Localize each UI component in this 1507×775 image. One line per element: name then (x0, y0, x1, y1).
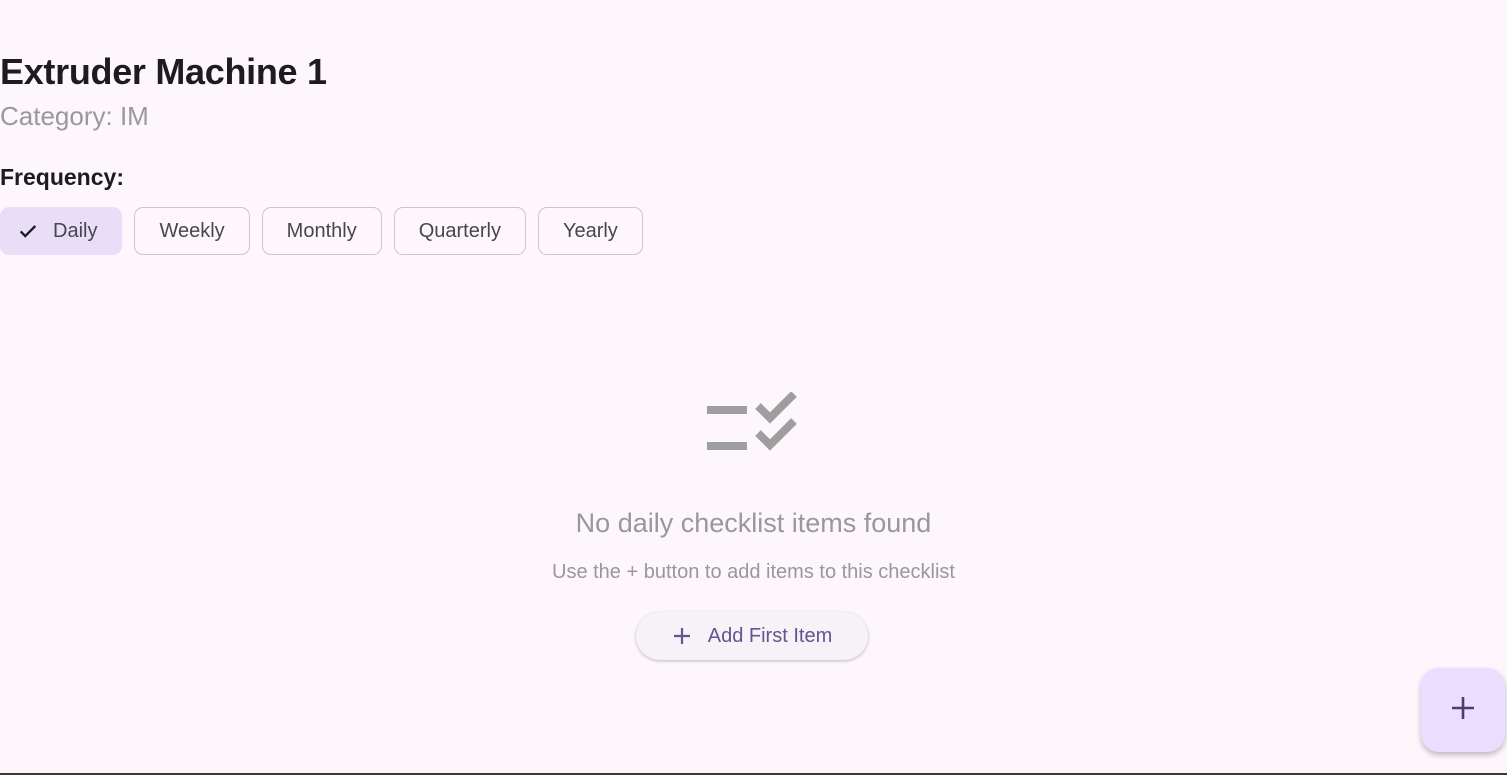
plus-icon (1450, 695, 1476, 726)
chip-label: Monthly (286, 219, 357, 242)
chip-yearly[interactable]: Yearly (537, 207, 643, 255)
machine-header: Extruder Machine 1 Category: IM (0, 50, 327, 132)
check-icon (17, 220, 39, 242)
add-item-fab[interactable] (1421, 668, 1505, 752)
plus-icon (672, 626, 692, 646)
add-first-item-label: Add First Item (707, 624, 833, 647)
page-title: Extruder Machine 1 (0, 51, 327, 92)
chip-daily[interactable]: Daily (0, 207, 123, 255)
chip-monthly[interactable]: Monthly (261, 207, 382, 255)
add-first-item-button[interactable]: Add First Item (636, 612, 868, 660)
frequency-label: Frequency: (0, 164, 124, 190)
chip-label: Quarterly (418, 219, 501, 242)
frequency-chip-group: Daily Weekly Monthly Quarterly Yearly (0, 207, 643, 255)
empty-state-title: No daily checklist items found (575, 508, 932, 538)
chip-weekly[interactable]: Weekly (134, 207, 250, 255)
empty-state-subtitle: Use the + button to add items to this ch… (552, 561, 955, 583)
chip-quarterly[interactable]: Quarterly (393, 207, 526, 255)
chip-label: Weekly (159, 219, 225, 242)
checklist-icon (704, 391, 800, 462)
chip-label: Yearly (562, 219, 618, 242)
machine-category: Category: IM (0, 101, 149, 131)
chip-label: Daily (53, 219, 98, 242)
